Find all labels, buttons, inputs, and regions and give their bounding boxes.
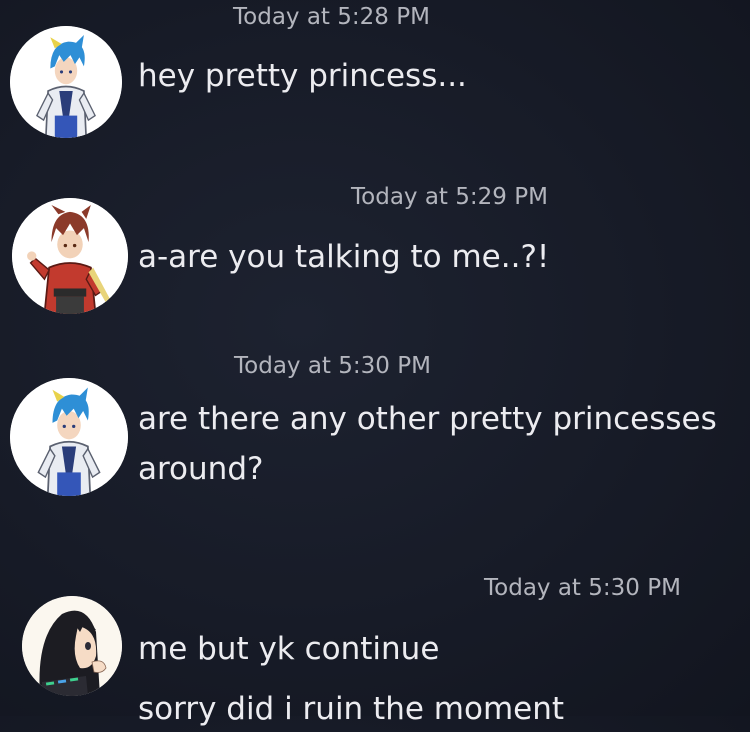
message-text: are there any other pretty princesses bbox=[138, 401, 717, 437]
dark-hair-girl-icon bbox=[22, 596, 122, 696]
message-text: hey pretty princess... bbox=[138, 58, 467, 94]
blue-hair-character-icon bbox=[10, 26, 122, 138]
message-timestamp: Today at 5:30 PM bbox=[234, 353, 431, 379]
message-text: me but yk continue bbox=[138, 631, 440, 667]
message-text: around? bbox=[138, 451, 264, 487]
message-text: a-are you talking to me..?! bbox=[138, 239, 550, 275]
blue-hair-character-icon bbox=[10, 378, 128, 496]
chat-log: Today at 5:28 PM hey pretty princess... … bbox=[0, 0, 750, 727]
message-timestamp: Today at 5:29 PM bbox=[351, 184, 548, 210]
red-hair-character-icon bbox=[12, 198, 128, 314]
user-avatar[interactable] bbox=[10, 26, 122, 138]
user-avatar[interactable] bbox=[22, 596, 122, 696]
user-avatar[interactable] bbox=[10, 378, 128, 496]
message-timestamp: Today at 5:30 PM bbox=[484, 575, 681, 601]
message-text: sorry did i ruin the moment bbox=[138, 691, 565, 727]
user-avatar[interactable] bbox=[12, 198, 128, 314]
message-timestamp: Today at 5:28 PM bbox=[233, 4, 430, 30]
